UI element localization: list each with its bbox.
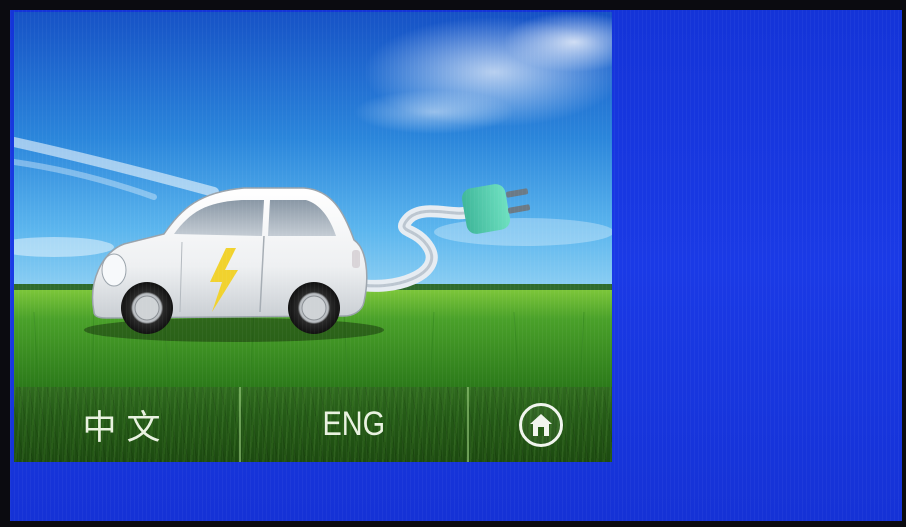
english-language-label: ENG — [322, 405, 386, 443]
language-bar: 中文 ENG — [14, 387, 612, 462]
chinese-language-button[interactable]: 中文 — [14, 387, 239, 462]
home-icon — [518, 402, 563, 447]
hmi-screen: 中文 ENG — [10, 10, 902, 521]
banner-illustration — [14, 12, 612, 387]
home-button[interactable] — [467, 387, 612, 462]
chinese-language-label: 中文 — [82, 409, 171, 447]
main-panel: 中文 ENG — [14, 12, 612, 462]
english-language-button[interactable]: ENG — [239, 387, 467, 462]
